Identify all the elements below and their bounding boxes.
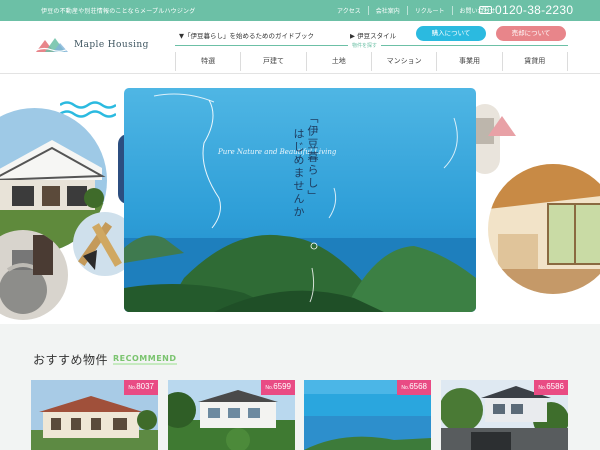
property-card[interactable]: No.6586: [441, 380, 568, 450]
site-logo[interactable]: Maple Housing: [36, 37, 149, 53]
nav-item-rental[interactable]: 賃貸用: [503, 52, 568, 71]
recommend-title: おすすめ物件: [33, 353, 109, 367]
property-number-badge: No.6586: [534, 380, 568, 395]
buy-button[interactable]: 購入について: [416, 26, 486, 41]
mountain-logo-icon: [36, 38, 69, 52]
site-tagline: 伊豆の不動産や別荘情報のことならメープルハウジング: [41, 8, 196, 15]
recruit-link[interactable]: リクルート: [406, 6, 452, 15]
sell-button[interactable]: 売却について: [496, 26, 566, 41]
access-link[interactable]: アクセス: [330, 6, 368, 15]
property-card[interactable]: No.6599: [168, 380, 295, 450]
izu-style-link[interactable]: ▶ 伊豆スタイル: [350, 30, 396, 40]
nav-item-house[interactable]: 戸建て: [241, 52, 307, 71]
site-header: Maple Housing ▼「伊豆暮らし」を始めるためのガイドブック ▶ 伊豆…: [0, 21, 600, 74]
property-card[interactable]: No.8037: [31, 380, 158, 450]
company-link[interactable]: 会社案内: [367, 6, 407, 15]
recommend-section: おすすめ物件 RECOMMEND No.8037 No.6599 No.6568…: [0, 324, 600, 450]
property-number-badge: No.6568: [397, 380, 431, 395]
logo-text: Maple Housing: [74, 40, 149, 50]
phone-number-text: 0120-38-2230: [495, 3, 574, 17]
property-number-badge: No.6599: [261, 380, 295, 395]
main-nav: 特選 戸建て 土地 マンション 事業用 賃貸用: [175, 52, 568, 71]
nav-item-mansion[interactable]: マンション: [372, 52, 438, 71]
property-card[interactable]: No.6568: [304, 380, 431, 450]
nav-item-business[interactable]: 事業用: [437, 52, 503, 71]
triangle-decoration: [488, 116, 516, 136]
utility-links: アクセス 会社案内 リクルート お問い合わせ: [330, 6, 503, 15]
free-dial-icon: FD: [479, 6, 492, 14]
recommend-subtitle: RECOMMEND: [113, 354, 177, 365]
search-label: 物件を探す: [348, 42, 382, 49]
hero-catchcopy-1: 「伊豆暮らし」: [306, 112, 319, 203]
property-number-badge: No.8037: [124, 380, 158, 395]
hero-section: Pure Nature and Beautiful Living 「伊豆暮らし」…: [0, 74, 600, 324]
top-bar: 伊豆の不動産や別荘情報のことならメープルハウジング アクセス 会社案内 リクルー…: [0, 0, 600, 21]
nav-item-special[interactable]: 特選: [175, 52, 242, 71]
hero-catchcopy-2: はじめませんか: [292, 128, 305, 219]
hero-main-photo: Pure Nature and Beautiful Living 「伊豆暮らし」…: [124, 88, 476, 312]
interior-photo: [488, 164, 600, 294]
guidebook-link[interactable]: ▼「伊豆暮らし」を始めるためのガイドブック: [179, 30, 314, 40]
nav-item-land[interactable]: 土地: [307, 52, 372, 71]
phone-number[interactable]: FD 0120-38-2230: [479, 3, 573, 17]
